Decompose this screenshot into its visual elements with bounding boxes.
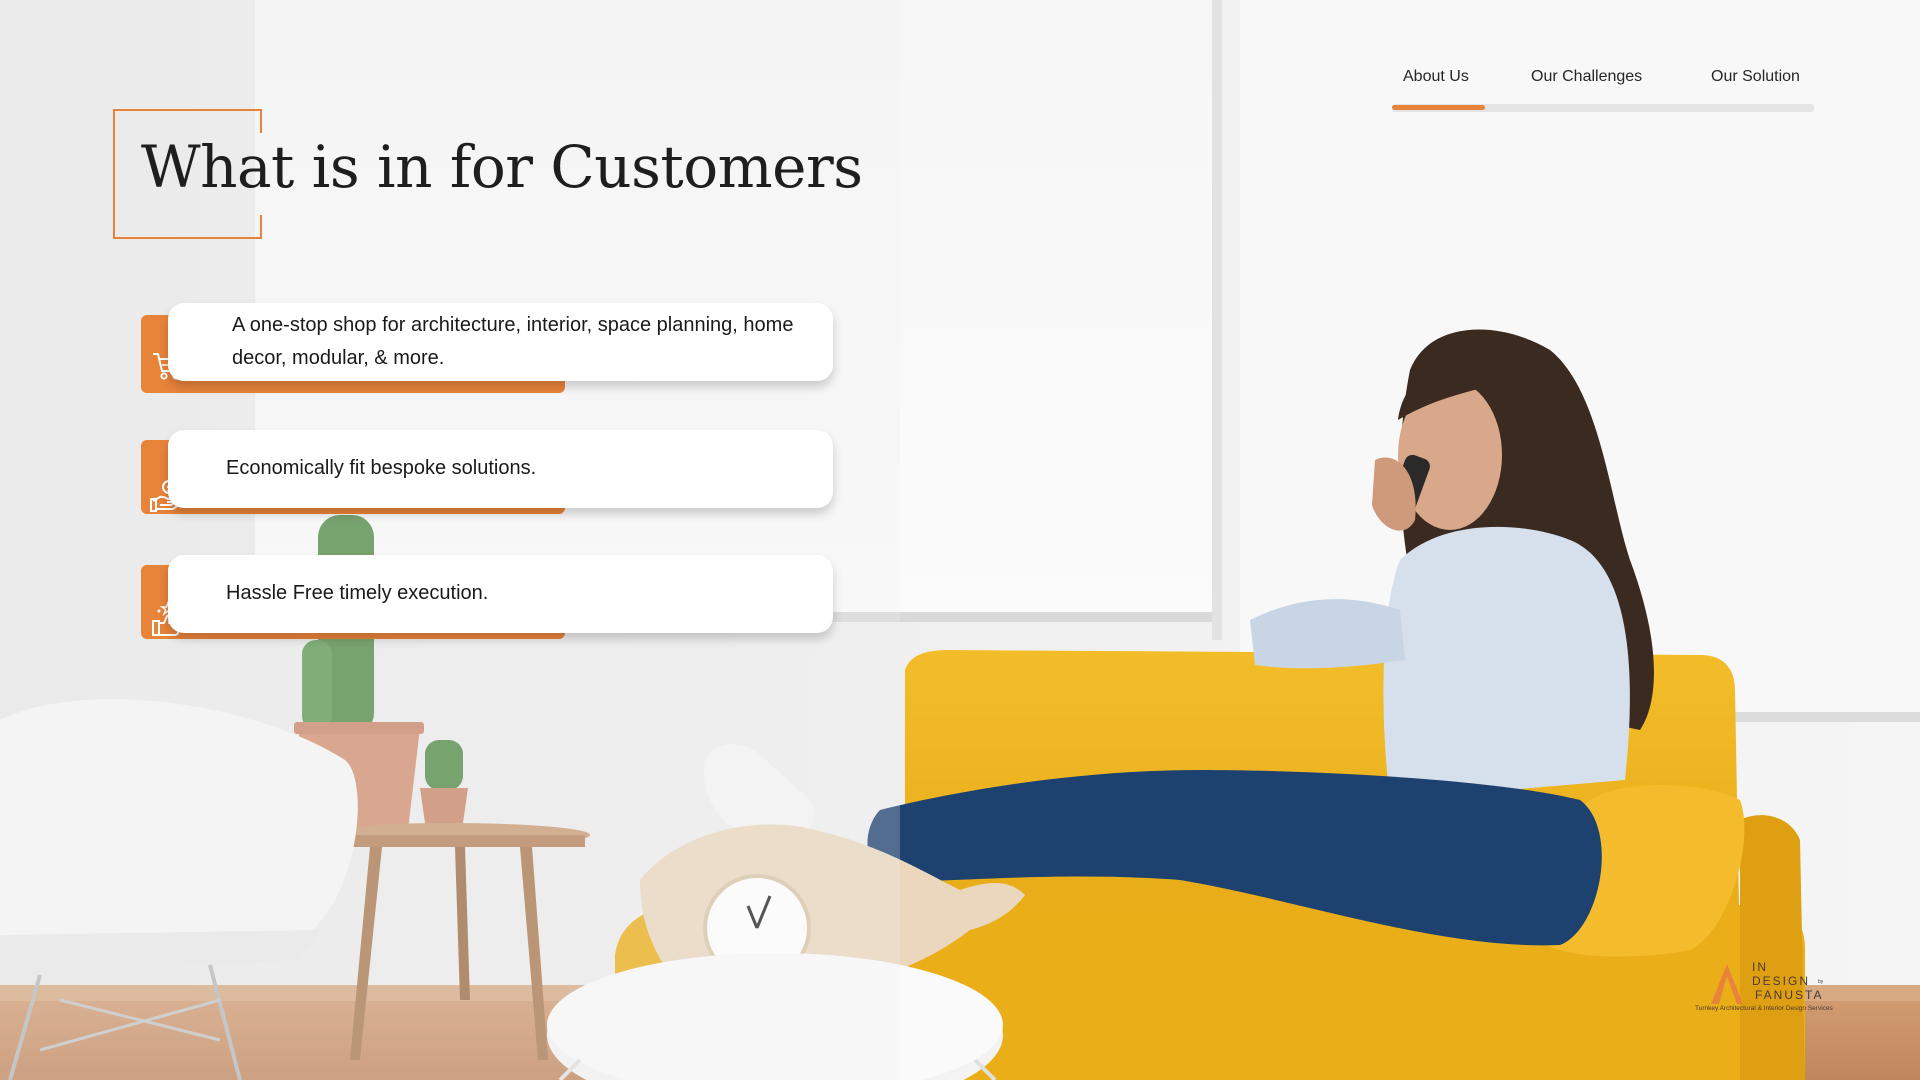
benefit-text: Hassle Free timely execution. [226, 582, 489, 604]
logo-mark-icon [1711, 964, 1743, 1004]
tab-our-challenges[interactable]: Our Challenges [1531, 68, 1642, 86]
benefit-text: A one-stop shop for architecture, interi… [232, 314, 794, 369]
logo-text-by: by [1818, 979, 1824, 985]
logo-text-line2: DESIGN [1752, 974, 1811, 988]
tab-about-us[interactable]: About Us [1403, 68, 1469, 86]
logo-text-line1: IN [1752, 960, 1768, 974]
section-nav: About Us Our Challenges Our Solution [1392, 62, 1814, 112]
nav-active-indicator [1392, 105, 1485, 110]
benefit-item: $ Economically fit bespoke solutions. [141, 430, 833, 515]
benefit-item: Hassle Free timely execution. [141, 555, 833, 640]
benefit-item: A one-stop shop for architecture, interi… [141, 303, 833, 393]
benefit-card: A one-stop shop for architecture, interi… [168, 303, 833, 381]
logo-text-line3: FANUSTA [1755, 988, 1824, 1002]
company-logo: IN DESIGN by FANUSTA Turnkey Architectur… [1695, 960, 1845, 1020]
benefit-card: Economically fit bespoke solutions. [168, 430, 833, 508]
page-title: What is in for Customers [141, 133, 863, 201]
tab-our-solution[interactable]: Our Solution [1711, 68, 1800, 86]
benefit-card: Hassle Free timely execution. [168, 555, 833, 633]
benefit-text: Economically fit bespoke solutions. [226, 457, 537, 479]
logo-tagline: Turnkey Architectural & Interior Design … [1695, 1005, 1833, 1012]
